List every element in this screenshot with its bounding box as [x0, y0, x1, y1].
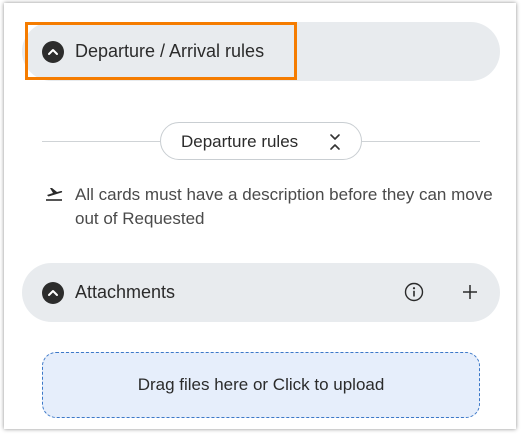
attachments-title: Attachments	[75, 282, 176, 302]
divider-right	[362, 141, 480, 142]
chevron-up-icon[interactable]	[42, 282, 64, 304]
card-details-panel: Departure / Arrival rules Departure rule…	[4, 3, 516, 429]
rule-description: All cards must have a description before…	[75, 185, 493, 228]
divider-left	[42, 141, 160, 142]
file-upload-dropzone[interactable]: Drag files here or Click to upload	[42, 352, 480, 418]
departure-icon	[44, 184, 64, 209]
attachments-header[interactable]: Attachments	[22, 263, 500, 322]
expand-collapse-icon	[329, 132, 341, 157]
departure-rules-label: Departure rules	[181, 132, 299, 151]
highlight-box	[25, 22, 297, 80]
upload-label: Drag files here or Click to upload	[137, 375, 385, 394]
plus-icon[interactable]	[461, 283, 479, 306]
departure-rules-selector[interactable]: Departure rules	[160, 122, 362, 160]
info-icon[interactable]	[404, 282, 424, 307]
